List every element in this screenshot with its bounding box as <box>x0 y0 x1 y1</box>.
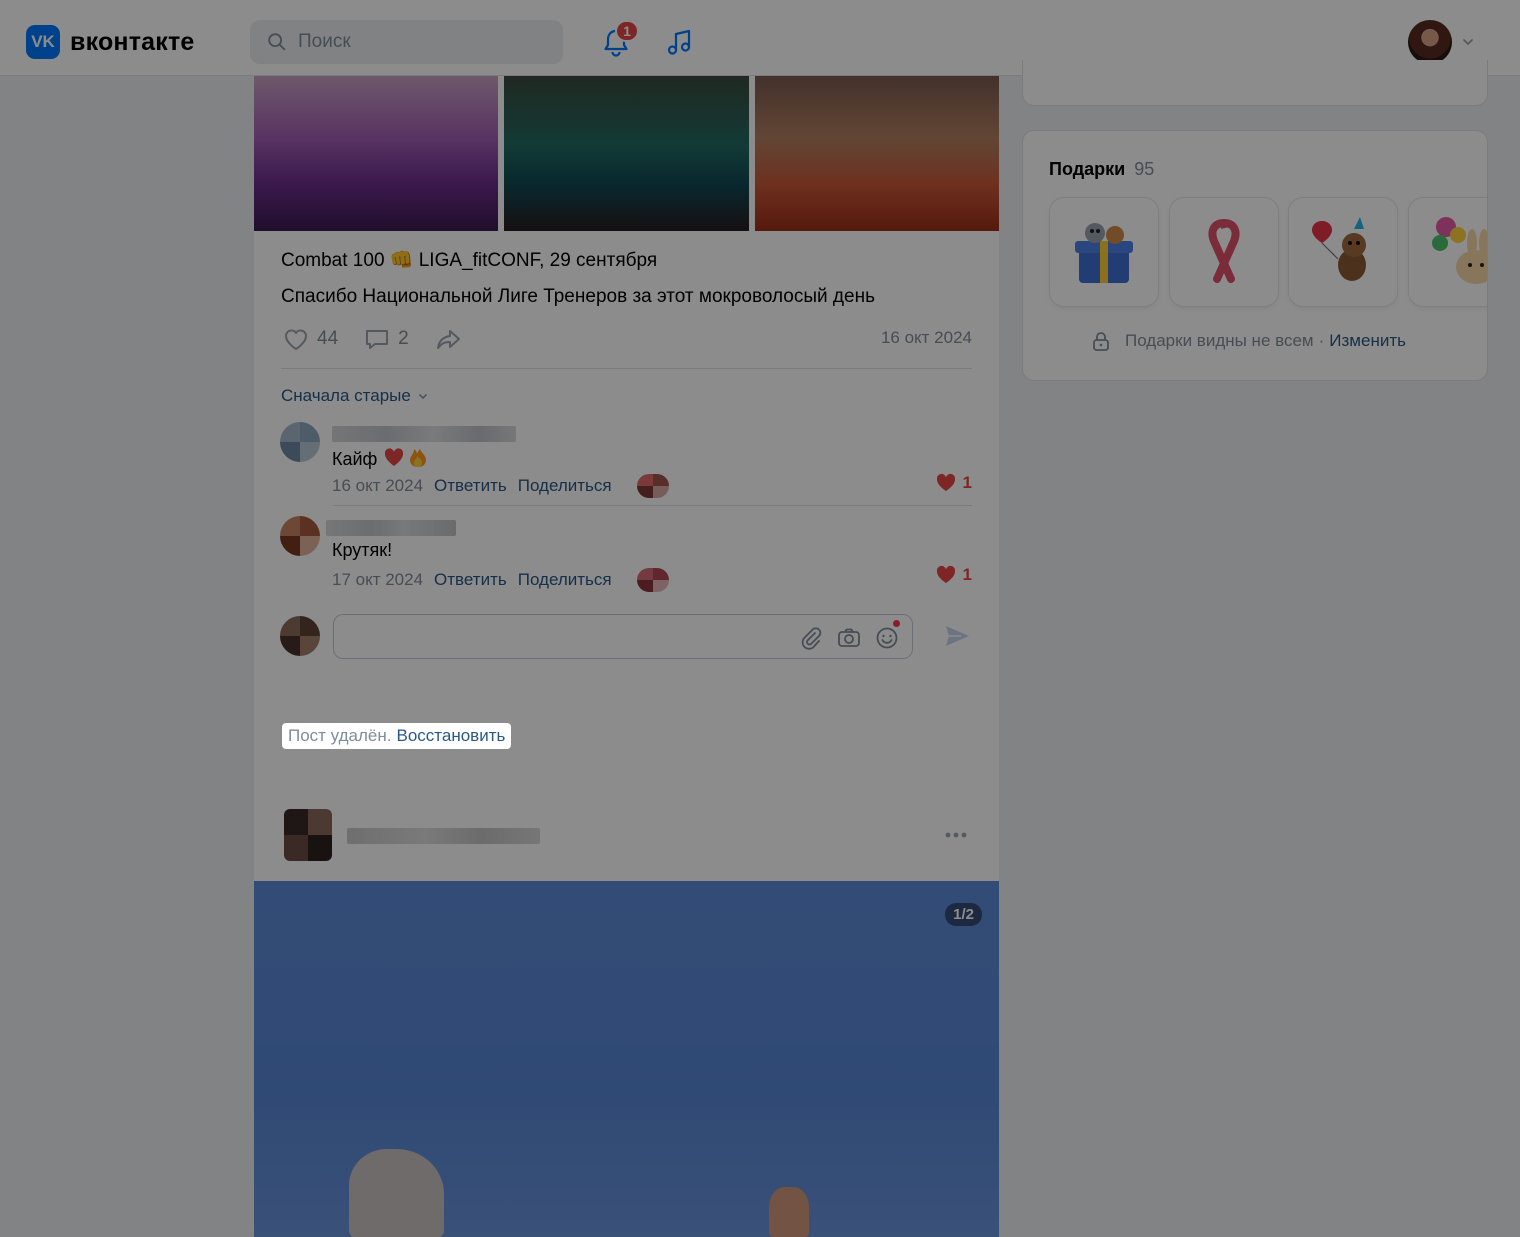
post-deleted-notice: Пост удалён. Восстановить <box>282 723 512 749</box>
photo-content <box>769 1187 809 1237</box>
heart-filled-icon <box>936 565 955 583</box>
gifts-header[interactable]: Подарки 95 <box>1049 159 1154 180</box>
chevron-down-icon <box>418 393 427 400</box>
search-bar[interactable] <box>250 20 563 64</box>
gifts-card: Подарки 95 Подарки видны не всем · Измен… <box>1022 130 1488 381</box>
photo-content <box>349 1149 444 1237</box>
commenter-name-blurred[interactable] <box>332 426 516 442</box>
comment-item: Кайф 16 окт 2024 Ответить Поделиться 1 <box>280 422 972 506</box>
share-link[interactable]: Поделиться <box>518 476 612 496</box>
post-text: Спасибо Национальной Лиге Тренеров за эт… <box>281 286 875 307</box>
liker-avatar[interactable] <box>636 568 669 592</box>
comment-like-count: 1 <box>962 565 972 584</box>
comment-input[interactable] <box>333 614 913 659</box>
chevron-down-icon[interactable] <box>1460 34 1476 50</box>
comment-date[interactable]: 17 окт 2024 <box>332 570 423 590</box>
gifts-count: 95 <box>1134 159 1155 179</box>
comment-count: 2 <box>398 328 409 349</box>
search-input[interactable] <box>298 31 548 53</box>
commenter-avatar[interactable] <box>280 422 320 462</box>
commenter-name-blurred[interactable] <box>326 520 456 536</box>
comment-like-count: 1 <box>962 473 972 492</box>
gifts-privacy-note: Подарки видны не всем · Изменить <box>1089 329 1406 353</box>
comment-button[interactable]: 2 <box>362 324 409 354</box>
dog-balloon-icon <box>1312 217 1366 281</box>
post-photo[interactable] <box>254 76 499 231</box>
feed-card: Combat 100 👊 LIGA_fitCONF, 29 сентября С… <box>254 76 999 1237</box>
comment-date[interactable]: 16 окт 2024 <box>332 476 423 496</box>
emoji-smile-icon[interactable] <box>874 625 900 651</box>
liker-avatar[interactable] <box>636 474 669 498</box>
bunny-balloons-icon <box>1432 217 1487 284</box>
vk-logo[interactable]: VK вконтакте <box>26 25 195 59</box>
comment-item: Крутяк! 17 окт 2024 Ответить Поделиться … <box>280 516 972 596</box>
music-icon[interactable] <box>664 26 696 58</box>
author-avatar[interactable] <box>284 809 332 861</box>
notifications-badge: 1 <box>615 20 639 42</box>
share-link[interactable]: Поделиться <box>518 570 612 590</box>
like-button[interactable]: 44 <box>281 324 338 354</box>
post-title: Combat 100 👊 LIGA_fitCONF, 29 сентября <box>281 250 658 271</box>
share-icon <box>436 330 460 349</box>
post-photo-grid <box>254 76 999 231</box>
comment-meta: 17 окт 2024 Ответить Поделиться <box>332 568 669 592</box>
gift-box-icon <box>1075 223 1133 283</box>
comment-text: Крутяк! <box>332 540 393 560</box>
gift-item[interactable] <box>1170 198 1278 306</box>
divider <box>281 368 972 369</box>
change-privacy-link[interactable]: Изменить <box>1329 331 1406 351</box>
attach-paperclip-icon[interactable] <box>798 625 824 651</box>
lock-icon <box>1093 332 1109 351</box>
post-deleted-text: Пост удалён. <box>288 726 392 745</box>
profile-avatar[interactable] <box>1408 20 1452 64</box>
heart-icon <box>284 329 308 351</box>
sidebar-card-top <box>1022 60 1488 106</box>
vk-logo-text: вконтакте <box>70 27 195 56</box>
comments-sort-dropdown[interactable]: Сначала старые <box>281 386 429 406</box>
gift-item[interactable] <box>1409 198 1487 306</box>
gifts-note-text: Подарки видны не всем <box>1125 331 1314 350</box>
heart-filled-icon <box>936 473 955 491</box>
photo-counter: 1/2 <box>945 903 982 926</box>
vk-logo-mark-icon: VK <box>26 25 60 59</box>
comment-text: Кайф <box>332 446 429 473</box>
gift-item[interactable] <box>1289 198 1397 306</box>
post-photo[interactable] <box>504 76 749 231</box>
post-date[interactable]: 16 окт 2024 <box>881 328 972 348</box>
share-button[interactable] <box>433 324 469 354</box>
like-count: 44 <box>317 328 339 349</box>
gifts-title: Подарки <box>1049 159 1126 179</box>
sort-label: Сначала старые <box>281 386 411 405</box>
reply-link[interactable]: Ответить <box>434 476 507 496</box>
send-icon[interactable] <box>942 621 972 651</box>
camera-icon[interactable] <box>836 625 862 651</box>
comment-like-button[interactable]: 1 <box>935 564 972 586</box>
reply-link[interactable]: Ответить <box>434 570 507 590</box>
divider <box>333 505 972 506</box>
comment-icon <box>366 330 389 349</box>
gift-item[interactable] <box>1050 198 1158 306</box>
separator: · <box>1318 331 1325 350</box>
my-avatar <box>280 616 320 656</box>
comment-like-button[interactable]: 1 <box>935 472 972 494</box>
fire-heart-emoji-icon <box>383 446 429 473</box>
ribbon-icon <box>1208 219 1240 283</box>
comment-meta: 16 окт 2024 Ответить Поделиться <box>332 474 669 498</box>
new-indicator-dot <box>893 620 900 627</box>
author-name-blurred[interactable] <box>347 828 540 844</box>
composer-icons <box>798 625 900 651</box>
restore-post-link[interactable]: Восстановить <box>396 726 505 746</box>
more-dots-icon[interactable] <box>943 828 969 842</box>
post-photo[interactable]: 1/2 <box>254 881 999 1237</box>
post-actions: 44 2 <box>281 324 493 354</box>
search-icon <box>268 33 286 51</box>
commenter-avatar[interactable] <box>280 516 320 556</box>
post-photo[interactable] <box>754 76 999 231</box>
